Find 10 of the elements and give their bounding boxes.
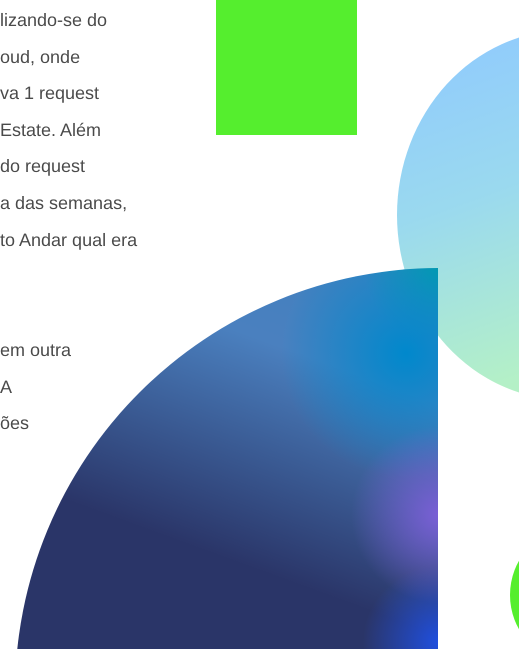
paragraph-line: A [0, 376, 12, 399]
paragraph-line: oud, onde [0, 46, 80, 69]
paragraph-line: Estate. Além [0, 118, 102, 142]
paragraph-line: ões [0, 412, 30, 436]
paragraph-line: do request [0, 155, 86, 178]
paragraph-line: to Andar qual era [0, 228, 138, 252]
paragraph-line: em outra [0, 339, 72, 362]
paragraph-line: lizando-se do [0, 9, 108, 32]
paragraph-line: va 1 request [0, 82, 100, 106]
paragraph-line: a das semanas, [0, 192, 128, 215]
